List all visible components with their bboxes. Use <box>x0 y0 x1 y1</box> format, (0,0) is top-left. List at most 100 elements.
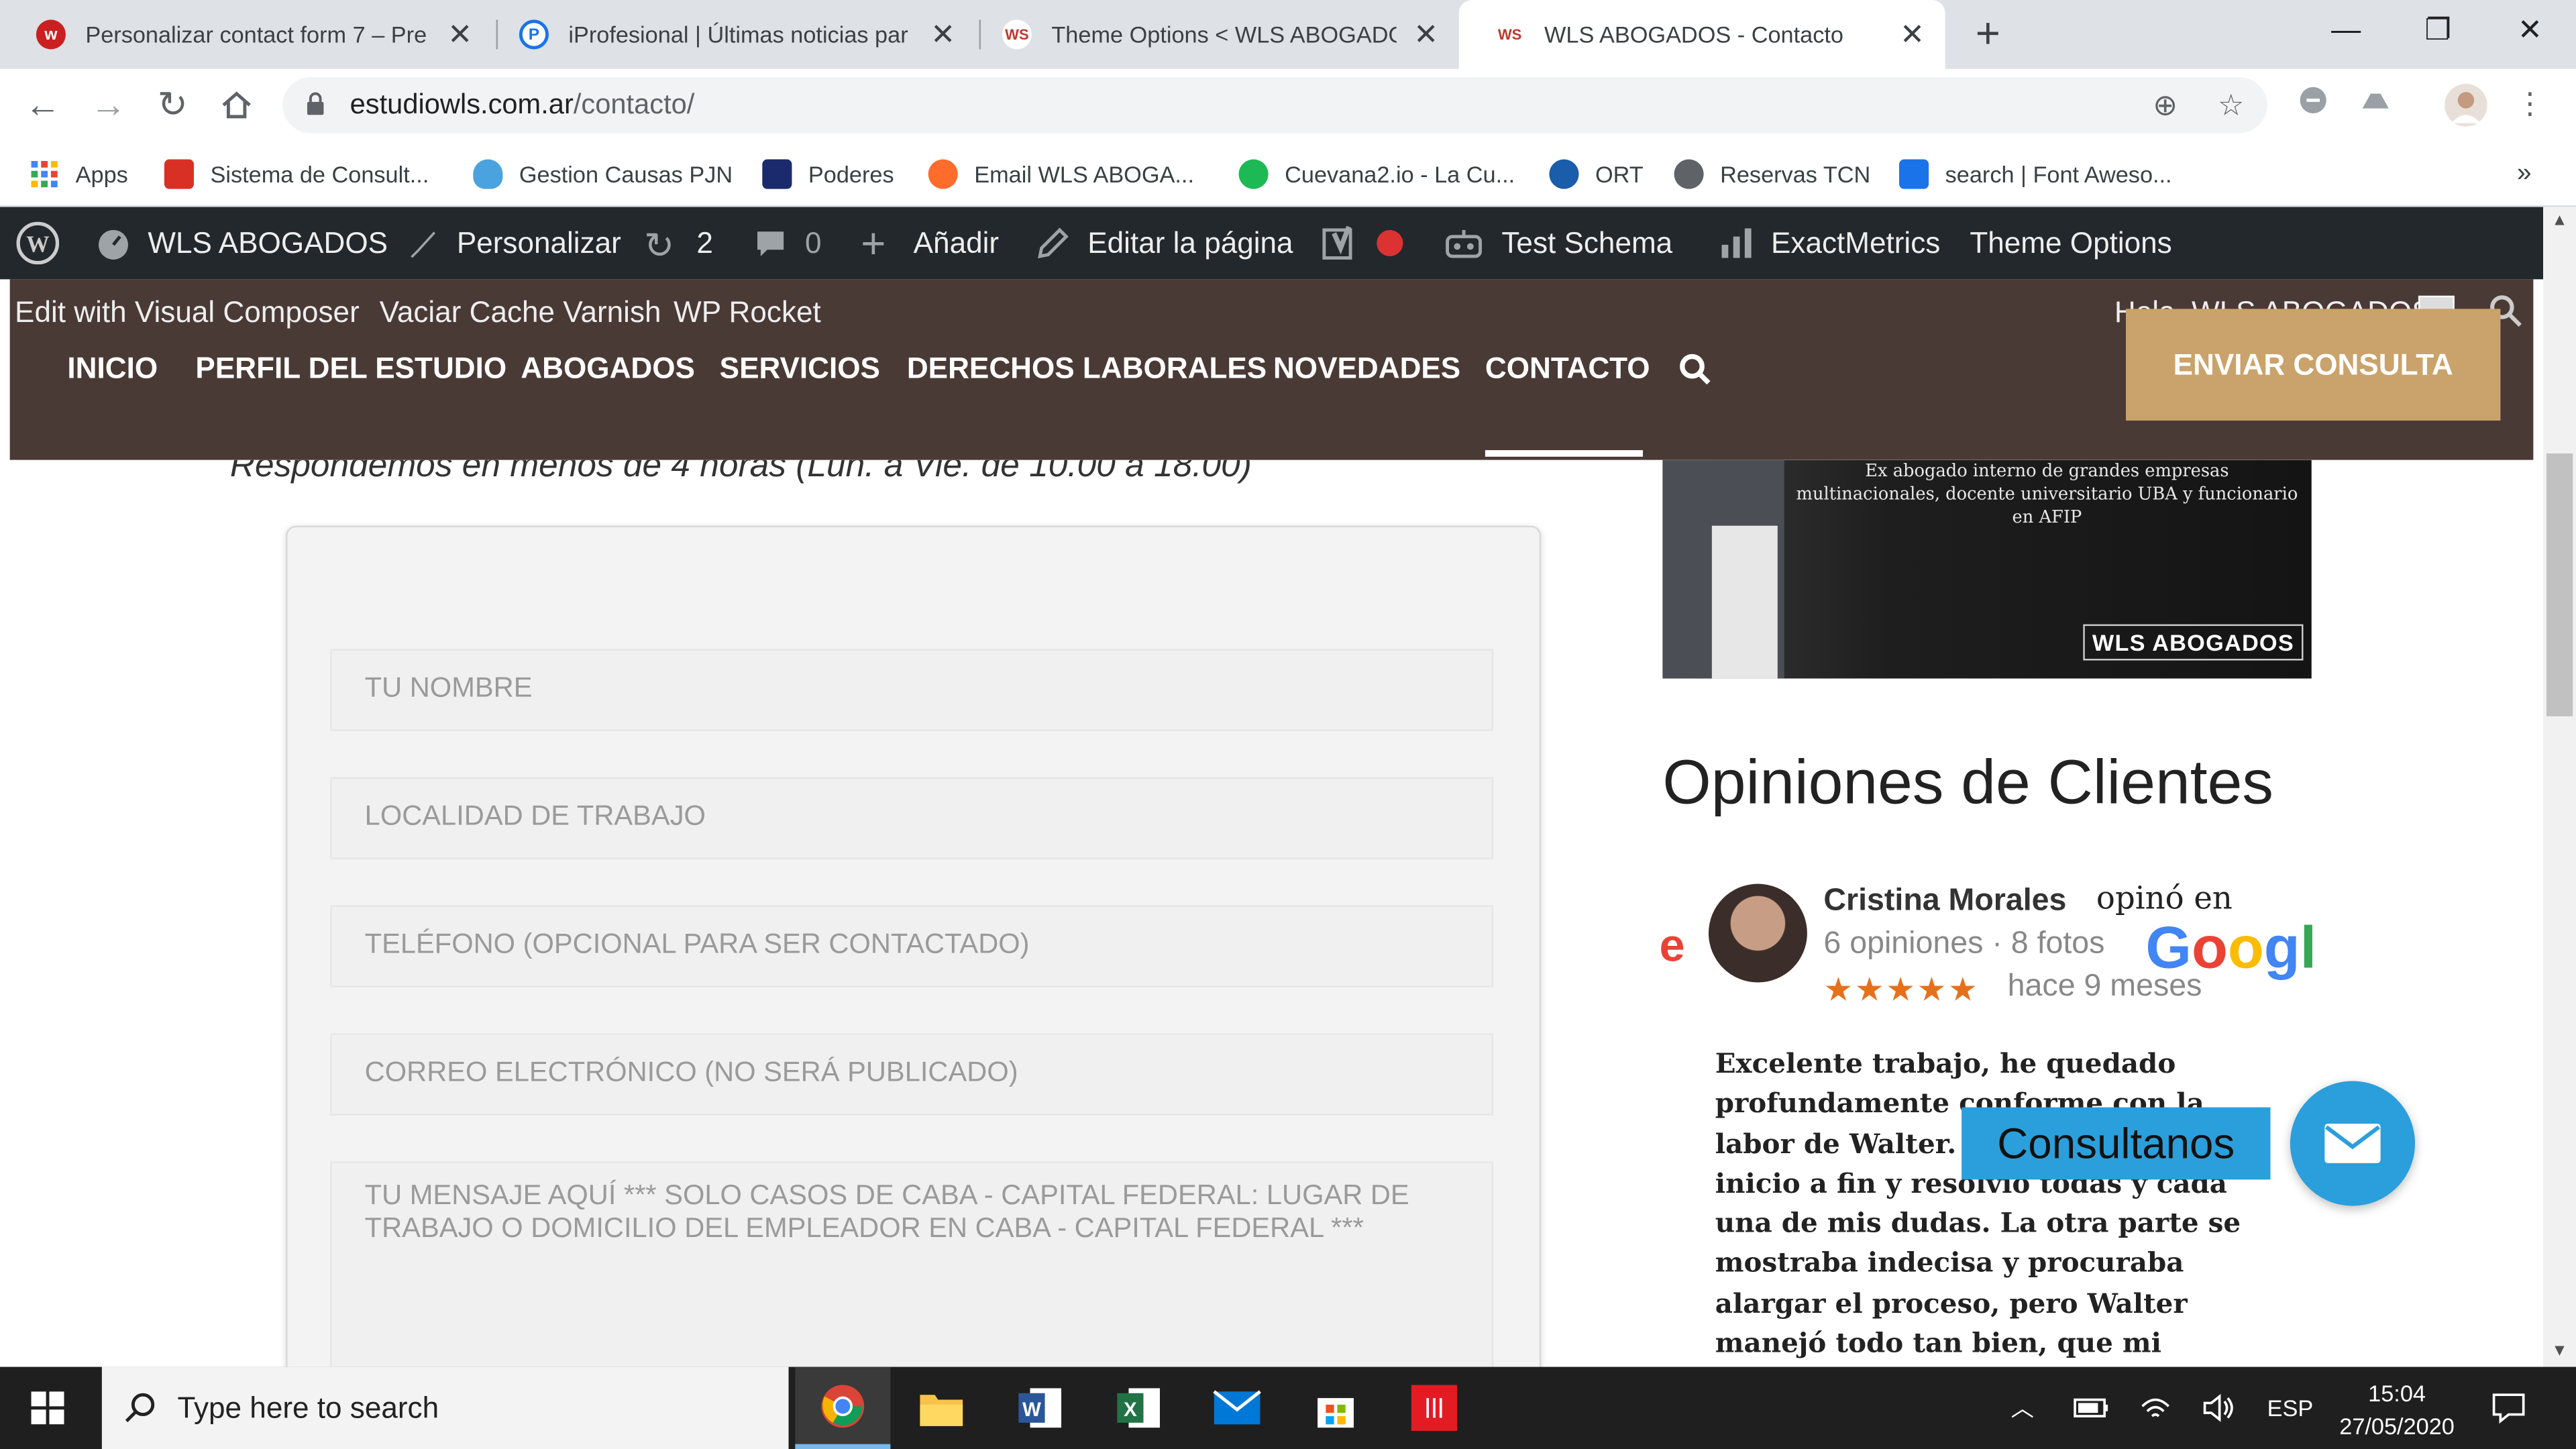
bookmark-apps[interactable]: Apps <box>30 154 128 194</box>
new-tab-button[interactable]: + <box>1965 10 2011 56</box>
close-tab-icon[interactable]: ✕ <box>1896 17 1929 52</box>
restore-icon[interactable]: ❐ <box>2392 0 2484 59</box>
prev-review-fragment: e <box>1659 920 1685 971</box>
tray-chevron-icon[interactable]: ︿ <box>2011 1367 2034 1449</box>
close-tab-icon[interactable]: ✕ <box>926 17 959 52</box>
updates-count: 2 <box>696 225 713 259</box>
wp-comments[interactable]: 0 <box>753 207 822 280</box>
bookmark-star-icon[interactable]: ☆ <box>2211 85 2251 125</box>
nav-contacto[interactable]: CONTACTO <box>1485 352 1650 386</box>
bookmarks-bar: Apps Sistema de Consult... Gestion Causa… <box>0 141 2576 207</box>
browser-tab[interactable]: P iProfesional | Últimas noticias par ✕ <box>483 0 976 69</box>
yoast-seo[interactable] <box>1321 207 1403 280</box>
url-text: estudiowls.com.ar/contacto/ <box>350 89 695 120</box>
purge-varnish-link[interactable]: Vaciar Cache Varnish <box>380 296 661 330</box>
bookmark-label: Apps <box>75 161 128 188</box>
start-button[interactable] <box>0 1367 95 1449</box>
windows-logo-icon <box>31 1391 64 1425</box>
consultanos-label[interactable]: Consultanos <box>1962 1107 2271 1180</box>
scroll-up-icon[interactable]: ▲ <box>2543 207 2576 237</box>
battery-icon[interactable] <box>2074 1367 2110 1449</box>
name-input[interactable]: TU NOMBRE <box>330 649 1494 731</box>
nav-perfil[interactable]: PERFIL DEL ESTUDIO <box>195 352 506 386</box>
nav-abogados[interactable]: ABOGADOS <box>521 352 695 386</box>
enviar-consulta-button[interactable]: ENVIAR CONSULTA <box>2126 309 2501 421</box>
zoom-icon[interactable]: ⊕ <box>2145 85 2185 125</box>
red-app-icon[interactable] <box>1387 1367 1482 1449</box>
taskbar-search[interactable]: Type here to search <box>101 1366 789 1449</box>
bookmark-item[interactable]: search | Font Aweso... <box>1899 154 2172 194</box>
exactmetrics-label: ExactMetrics <box>1771 225 1941 259</box>
bookmark-item[interactable]: Gestion Causas PJN <box>473 154 733 194</box>
wp-site-name[interactable]: WLS ABOGADOS <box>95 207 388 280</box>
scroll-down-icon[interactable]: ▼ <box>2543 1337 2576 1366</box>
extension-icon[interactable] <box>2294 84 2333 123</box>
bookmark-item[interactable]: Cuevana2.io - La Cu... <box>1238 154 1515 194</box>
excel-icon[interactable]: X <box>1091 1367 1186 1449</box>
minimize-icon[interactable]: — <box>2300 0 2392 59</box>
wp-theme-options[interactable]: Theme Options <box>1970 207 2171 280</box>
bookmarks-overflow-icon[interactable]: » <box>2517 154 2532 194</box>
clock[interactable]: 15:04 27/05/2020 <box>2323 1377 2471 1442</box>
browser-tab-active[interactable]: WS WLS ABOGADOS - Contacto ✕ <box>1458 0 1945 69</box>
bookmark-label: Poderes <box>808 161 894 188</box>
add-new-label: Añadir <box>913 225 1000 259</box>
email-input[interactable]: CORREO ELECTRÓNICO (NO SERÁ PUBLICADO) <box>330 1033 1494 1116</box>
nav-servicios[interactable]: SERVICIOS <box>720 352 880 386</box>
scroll-thumb[interactable] <box>2546 453 2573 716</box>
language-indicator[interactable]: ESP <box>2267 1367 2314 1449</box>
drive-extension-icon[interactable] <box>2356 84 2396 123</box>
message-textarea[interactable]: TU MENSAJE AQUÍ *** SOLO CASOS DE CABA -… <box>330 1161 1494 1367</box>
browser-tab[interactable]: w Personalizar contact form 7 – Pre ✕ <box>0 0 493 69</box>
wp-customize[interactable]: Personalizar <box>404 207 621 280</box>
page-scrollbar[interactable]: ▲ ▼ <box>2543 207 2576 1367</box>
wp-exactmetrics[interactable]: ExactMetrics <box>1719 207 1941 280</box>
home-icon[interactable] <box>213 82 260 128</box>
globe-icon <box>1674 159 1704 189</box>
mail-app-icon[interactable] <box>1189 1367 1285 1449</box>
bookmark-item[interactable]: Email WLS ABOGA... <box>928 154 1194 194</box>
bookmark-label: Email WLS ABOGA... <box>974 161 1195 188</box>
locality-input[interactable]: LOCALIDAD DE TRABAJO <box>330 777 1494 859</box>
wp-updates[interactable]: ↻ 2 <box>644 207 713 280</box>
forward-icon[interactable]: → <box>85 82 131 128</box>
wp-add-new[interactable]: + Añadir <box>861 207 999 280</box>
wordpress-logo-icon[interactable]: W <box>16 207 60 280</box>
volume-icon[interactable] <box>2202 1367 2238 1449</box>
nav-search-icon[interactable] <box>1679 354 1712 394</box>
wp-edit-page[interactable]: Editar la página <box>1035 207 1293 280</box>
profile-avatar[interactable] <box>2445 83 2487 127</box>
svg-text:W: W <box>1022 1399 1041 1421</box>
file-explorer-icon[interactable] <box>894 1367 989 1449</box>
back-icon[interactable]: ← <box>19 82 66 128</box>
nav-novedades[interactable]: NOVEDADES <box>1273 352 1460 386</box>
mail-contact-button[interactable] <box>2290 1081 2416 1206</box>
chrome-taskbar-icon[interactable] <box>795 1366 891 1449</box>
menu-kebab-icon[interactable]: ⋮ <box>2510 84 2550 123</box>
phone-input[interactable]: TELÉFONO (OPCIONAL PARA SER CONTACTADO) <box>330 905 1494 987</box>
nav-derechos-laborales[interactable]: DERECHOS LABORALES <box>907 352 1267 386</box>
tab-title: Personalizar contact form 7 – Pre <box>85 21 427 48</box>
wp-rocket-link[interactable]: WP Rocket <box>674 296 821 330</box>
page-content: Respondemos en menos de 4 horas (Lun. a … <box>0 460 2544 1367</box>
bookmark-item[interactable]: Poderes <box>762 154 894 194</box>
reload-icon[interactable]: ↻ <box>150 82 196 128</box>
bookmark-item[interactable]: Reservas TCN <box>1674 154 1870 194</box>
browser-tab[interactable]: WS Theme Options < WLS ABOGADO ✕ <box>966 0 1459 69</box>
word-icon[interactable]: W <box>992 1367 1087 1449</box>
tab-favicon-icon: P <box>519 19 549 50</box>
close-tab-icon[interactable]: ✕ <box>443 17 476 52</box>
wp-test-schema[interactable]: Test Schema <box>1442 207 1672 280</box>
close-window-icon[interactable]: ✕ <box>2484 0 2576 59</box>
store-icon[interactable] <box>1288 1367 1383 1449</box>
clock-time: 15:04 <box>2368 1380 2426 1407</box>
bookmark-item[interactable]: ORT <box>1549 154 1644 194</box>
comment-bubble-icon <box>757 231 784 257</box>
wifi-icon[interactable] <box>2139 1367 2172 1449</box>
notifications-icon[interactable] <box>2491 1367 2527 1449</box>
edit-visual-composer-link[interactable]: Edit with Visual Composer <box>15 296 360 330</box>
nav-inicio[interactable]: INICIO <box>67 352 158 386</box>
address-bar[interactable]: estudiowls.com.ar/contacto/ ⊕ ☆ <box>282 77 2267 133</box>
close-tab-icon[interactable]: ✕ <box>1409 17 1442 52</box>
bookmark-item[interactable]: Sistema de Consult... <box>164 154 429 194</box>
